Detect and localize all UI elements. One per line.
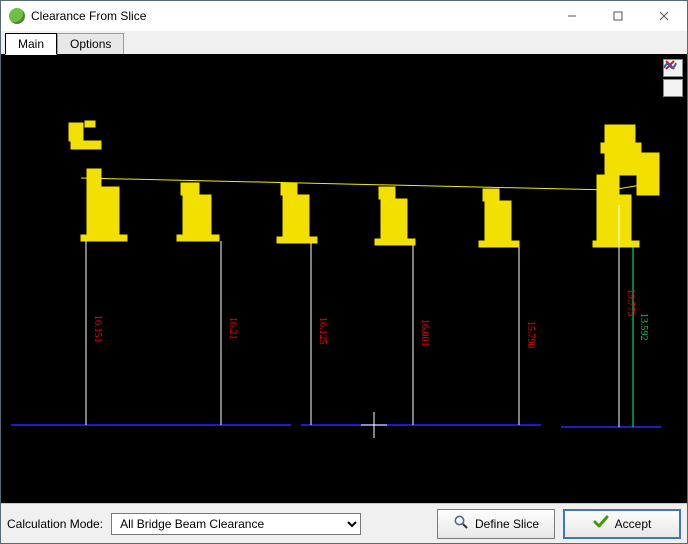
tab-strip: Main Options bbox=[1, 31, 687, 55]
clearance-diagram: 16.151 16.21 16.125 16.001 15.798 19.773… bbox=[1, 55, 687, 503]
tool-profile-button[interactable] bbox=[663, 79, 683, 97]
app-window: Clearance From Slice Main Options bbox=[0, 0, 688, 544]
maximize-button[interactable] bbox=[595, 1, 641, 31]
tab-options[interactable]: Options bbox=[57, 33, 124, 54]
window-title: Clearance From Slice bbox=[31, 9, 549, 23]
magnifier-icon bbox=[453, 514, 469, 533]
calculation-mode-label: Calculation Mode: bbox=[7, 517, 103, 531]
measure-1: 16.21 bbox=[227, 317, 238, 340]
accept-button[interactable]: Accept bbox=[563, 509, 681, 539]
canvas-side-tools bbox=[663, 59, 683, 97]
window-controls bbox=[549, 1, 687, 31]
measure-6: 13.592 bbox=[638, 313, 649, 341]
measure-3: 16.001 bbox=[419, 319, 430, 347]
app-icon bbox=[9, 8, 25, 24]
define-slice-button[interactable]: Define Slice bbox=[437, 509, 555, 539]
accept-label: Accept bbox=[615, 517, 652, 531]
measure-4: 15.798 bbox=[525, 321, 536, 349]
define-slice-label: Define Slice bbox=[475, 517, 539, 531]
calculation-mode-select[interactable]: All Bridge Beam Clearance bbox=[111, 513, 361, 535]
title-bar: Clearance From Slice bbox=[1, 1, 687, 31]
bottom-bar: Calculation Mode: All Bridge Beam Cleara… bbox=[1, 503, 687, 543]
tab-main[interactable]: Main bbox=[5, 33, 57, 55]
measure-2: 16.125 bbox=[317, 317, 328, 345]
close-button[interactable] bbox=[641, 1, 687, 31]
measure-5: 19.773 bbox=[625, 289, 636, 317]
checkmark-icon bbox=[593, 514, 609, 533]
minimize-button[interactable] bbox=[549, 1, 595, 31]
measure-0: 16.151 bbox=[92, 315, 103, 343]
slice-canvas[interactable]: 16.151 16.21 16.125 16.001 15.798 19.773… bbox=[1, 55, 687, 503]
